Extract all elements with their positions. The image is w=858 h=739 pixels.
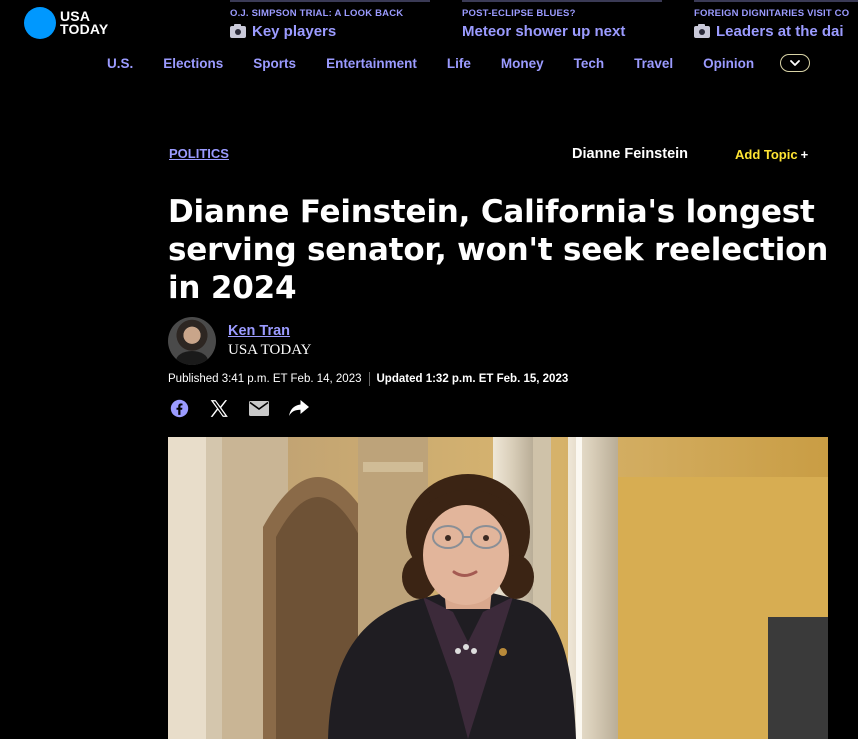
usa-today-logo[interactable]: USA TODAY (24, 7, 108, 39)
logo-wordmark: USA TODAY (60, 8, 109, 37)
article-dates: Published 3:41 p.m. ET Feb. 14, 2023 Upd… (168, 372, 568, 386)
promo-divider (462, 0, 662, 2)
published-date: Published 3:41 p.m. ET Feb. 14, 2023 (168, 373, 362, 385)
date-divider (368, 372, 370, 386)
plus-icon: + (800, 147, 809, 162)
camera-icon (230, 23, 246, 38)
promo-item[interactable]: FOREIGN DIGNITARIES VISIT CO Leaders at … (694, 0, 858, 40)
facebook-icon (170, 399, 188, 417)
promo-kicker: POST-ECLIPSE BLUES? (462, 8, 576, 19)
promo-divider (694, 0, 858, 2)
section-link-politics[interactable]: POLITICS (169, 146, 229, 161)
email-icon (249, 400, 269, 416)
nav-elections[interactable]: Elections (163, 56, 223, 71)
byline: Ken Tran USA TODAY (168, 317, 312, 365)
promo-title[interactable]: Leaders at the dai (694, 23, 858, 40)
author-avatar[interactable] (168, 317, 216, 365)
share-button[interactable] (289, 398, 309, 418)
promo-item[interactable]: POST-ECLIPSE BLUES? Meteor shower up nex… (462, 0, 662, 40)
author-name-link[interactable]: Ken Tran (228, 323, 312, 339)
promo-title[interactable]: Meteor shower up next (462, 23, 662, 40)
article-headline: Dianne Feinstein, California's longest s… (168, 194, 829, 306)
x-share-button[interactable] (209, 398, 229, 418)
topic-row: POLITICS Dianne Feinstein Add Topic + (169, 146, 819, 166)
nav-us[interactable]: U.S. (107, 56, 133, 71)
add-topic-button[interactable]: Add Topic + (735, 147, 808, 162)
nav-travel[interactable]: Travel (634, 56, 673, 71)
nav-entertainment[interactable]: Entertainment (326, 56, 417, 71)
nav-opinion[interactable]: Opinion (703, 56, 754, 71)
promo-title[interactable]: Key players (230, 23, 430, 40)
nav-sports[interactable]: Sports (253, 56, 296, 71)
author-org: USA TODAY (228, 342, 312, 358)
nav-money[interactable]: Money (501, 56, 544, 71)
promo-kicker: O.J. SIMPSON TRIAL: A LOOK BACK (230, 8, 404, 19)
chevron-down-icon (790, 60, 801, 66)
promo-divider (230, 0, 430, 2)
x-icon (210, 399, 228, 417)
nav-more-button[interactable] (780, 54, 811, 72)
logo-dot (24, 7, 56, 39)
article-photo[interactable] (168, 437, 828, 739)
nav-tech[interactable]: Tech (574, 56, 605, 71)
main-nav: U.S. Elections Sports Entertainment Life… (107, 54, 811, 72)
email-share-button[interactable] (249, 398, 269, 418)
promo-kicker: FOREIGN DIGNITARIES VISIT CO (694, 8, 850, 19)
topic-label: Dianne Feinstein (572, 146, 689, 162)
share-icon (289, 400, 309, 416)
share-bar (169, 398, 329, 418)
nav-life[interactable]: Life (447, 56, 471, 71)
facebook-share-button[interactable] (169, 398, 189, 418)
feinstein-photo (168, 437, 828, 739)
promo-item[interactable]: O.J. SIMPSON TRIAL: A LOOK BACK Key play… (230, 0, 430, 40)
camera-icon (694, 23, 710, 38)
updated-date: Updated 1:32 p.m. ET Feb. 15, 2023 (376, 373, 569, 385)
